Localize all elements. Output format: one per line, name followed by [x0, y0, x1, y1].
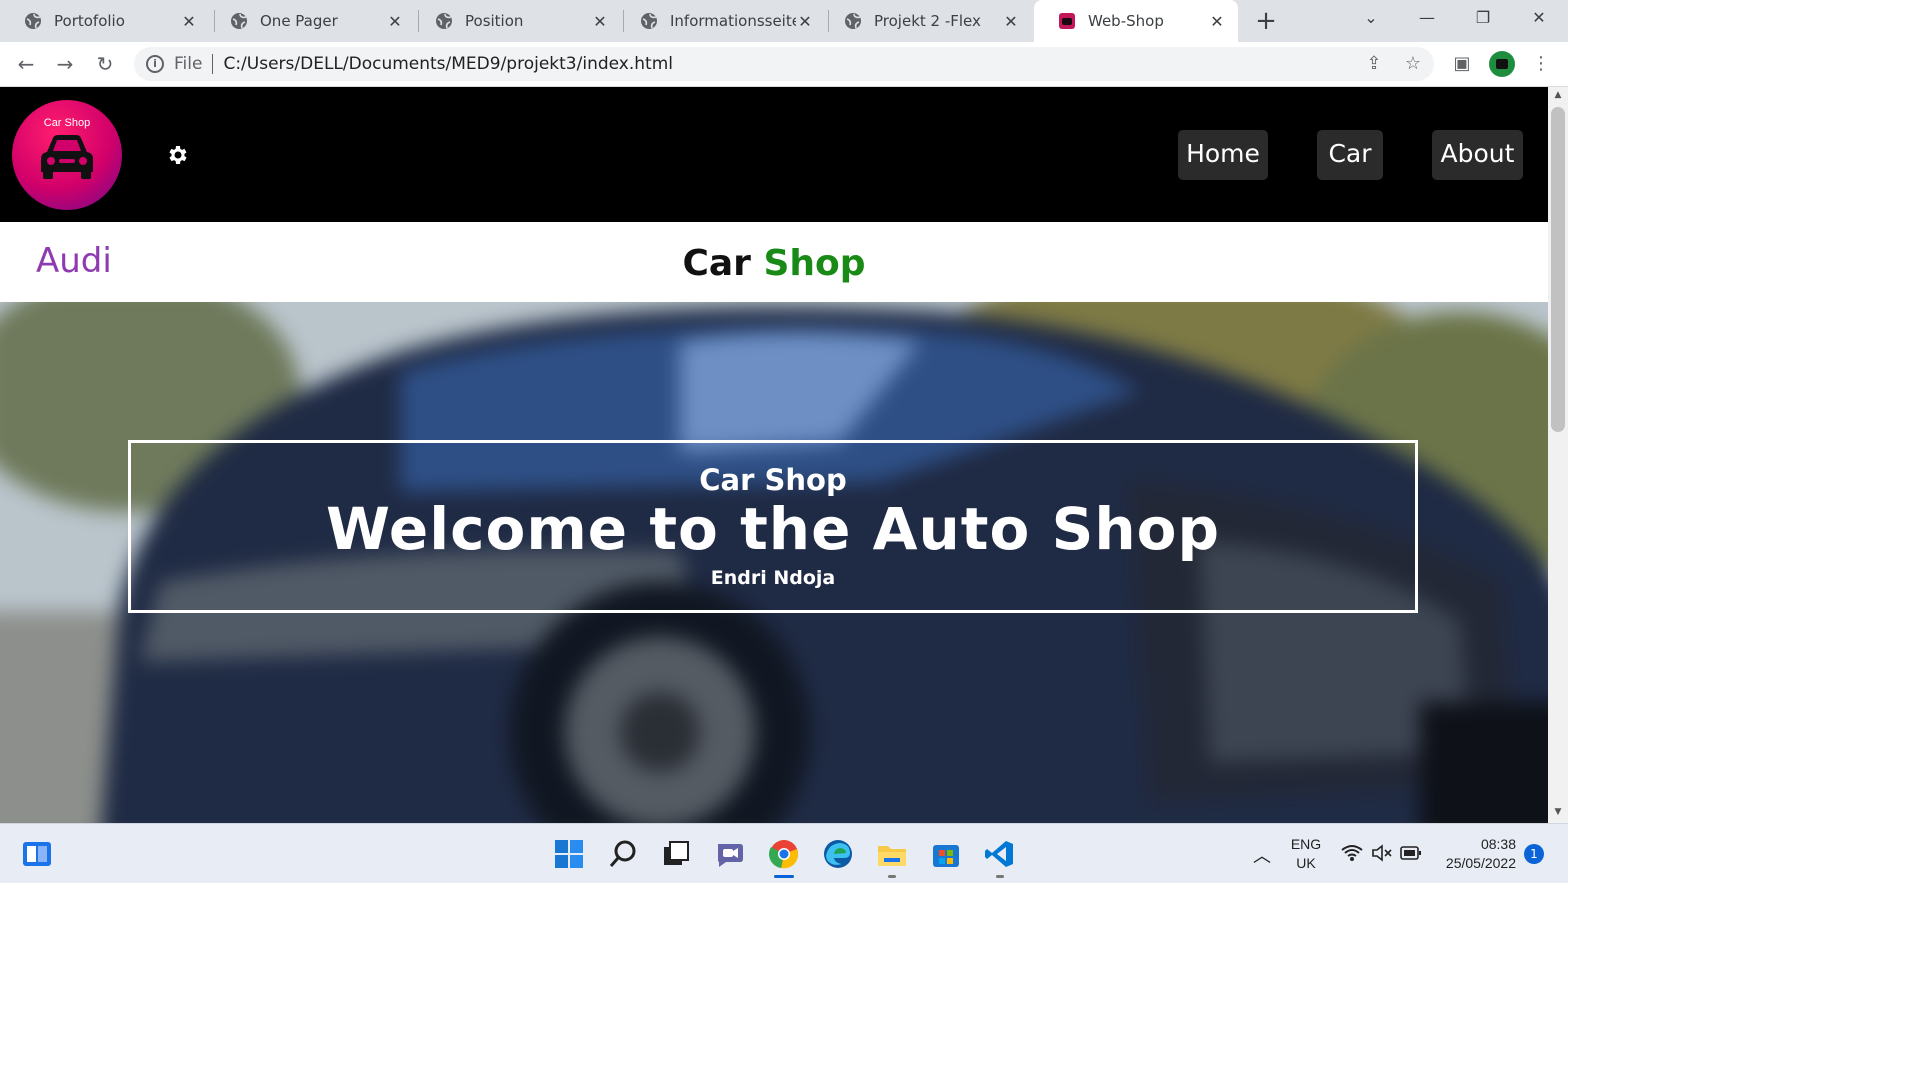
running-indicator [996, 875, 1004, 878]
hero-section: Car Shop Welcome to the Auto Shop Endri … [0, 302, 1548, 823]
close-tab-icon[interactable]: ✕ [386, 12, 404, 31]
tray-overflow-chevron-icon[interactable]: ︿ [1253, 842, 1271, 868]
tab-web-shop[interactable]: Web-Shop ✕ [1034, 0, 1238, 42]
close-tab-icon[interactable]: ✕ [796, 12, 814, 31]
clock-time[interactable]: 08:38 [1432, 836, 1516, 852]
tab-informationsseite[interactable]: Informationsseite T ✕ [616, 0, 826, 42]
globe-icon [845, 13, 861, 29]
tab-search-icon[interactable]: ⌄ [1343, 0, 1399, 36]
scroll-up-icon[interactable]: ▲ [1548, 90, 1568, 100]
widgets-icon[interactable] [21, 838, 53, 870]
page-title: Car Shop [0, 243, 1548, 284]
language-line-2[interactable]: UK [1286, 855, 1326, 871]
title-part-2: Shop [763, 243, 866, 284]
close-tab-icon[interactable]: ✕ [591, 12, 609, 31]
volume-muted-icon[interactable] [1371, 844, 1393, 862]
teams-chat-icon[interactable] [714, 838, 746, 870]
clock-date[interactable]: 25/05/2022 [1432, 855, 1516, 871]
title-part-1: Car [682, 243, 751, 284]
running-indicator [888, 875, 896, 878]
hero-title: Welcome to the Auto Shop [326, 495, 1220, 563]
new-tab-button[interactable]: + [1253, 6, 1279, 36]
browser-toolbar: ← → ↻ i File C:/Users/DELL/Documents/MED… [0, 42, 1568, 87]
logo-text: Car Shop [43, 117, 91, 129]
side-panel-icon[interactable]: ▣ [1451, 53, 1473, 75]
running-indicator [774, 875, 794, 878]
nav-car-link[interactable]: Car [1317, 130, 1383, 180]
wifi-icon[interactable] [1341, 844, 1363, 862]
store-icon[interactable] [930, 838, 962, 870]
car-icon [41, 135, 93, 179]
address-bar[interactable]: i File C:/Users/DELL/Documents/MED9/proj… [134, 47, 1434, 81]
site-logo[interactable]: Car Shop [12, 100, 122, 210]
tab-title: Projekt 2 -Flex [874, 12, 981, 30]
close-tab-icon[interactable]: ✕ [180, 12, 198, 31]
back-arrow-icon[interactable]: ← [12, 50, 40, 78]
tab-title: Position [465, 12, 524, 30]
file-explorer-icon[interactable] [876, 838, 908, 870]
page-viewport: Car Shop Home Car About Audi Car Shop Ca… [0, 87, 1548, 823]
reload-icon[interactable]: ↻ [91, 50, 119, 78]
globe-icon [641, 13, 657, 29]
car-shop-favicon-icon [1059, 13, 1075, 29]
start-icon[interactable] [553, 838, 585, 870]
scheme-label: File [174, 54, 203, 74]
profile-avatar[interactable] [1489, 51, 1515, 77]
minimize-icon[interactable]: — [1399, 0, 1455, 36]
tab-title: Web-Shop [1088, 12, 1164, 30]
tab-title: Informationsseite T [670, 12, 796, 30]
hero-subtitle: Car Shop [699, 463, 847, 497]
battery-icon[interactable] [1400, 845, 1422, 861]
globe-icon [231, 13, 247, 29]
site-header: Car Shop Home Car About [0, 87, 1548, 222]
page-scrollbar[interactable]: ▲ ▼ [1548, 87, 1568, 823]
restore-icon[interactable]: ❐ [1455, 0, 1511, 36]
close-tab-icon[interactable]: ✕ [1208, 12, 1226, 31]
globe-icon [436, 13, 452, 29]
vscode-icon[interactable] [984, 838, 1016, 870]
forward-arrow-icon[interactable]: → [51, 50, 79, 78]
search-icon[interactable] [607, 838, 639, 870]
divider [212, 54, 214, 74]
menu-dots-icon[interactable]: ⋮ [1530, 53, 1552, 75]
share-icon[interactable]: ⇪ [1363, 53, 1385, 75]
close-tab-icon[interactable]: ✕ [1002, 12, 1020, 31]
tab-projekt-2-flex[interactable]: Projekt 2 -Flex ✕ [820, 0, 1032, 42]
url-text[interactable]: C:/Users/DELL/Documents/MED9/projekt3/in… [223, 54, 673, 74]
tab-portofolio[interactable]: Portofolio ✕ [0, 0, 210, 42]
bookmark-star-icon[interactable]: ☆ [1402, 53, 1424, 75]
gear-icon[interactable] [165, 143, 189, 167]
scroll-down-icon[interactable]: ▼ [1548, 807, 1568, 817]
tab-position[interactable]: Position ✕ [411, 0, 621, 42]
edge-icon[interactable] [822, 838, 854, 870]
nav-home-link[interactable]: Home [1178, 130, 1268, 180]
close-window-icon[interactable]: ✕ [1511, 0, 1567, 36]
language-line-1[interactable]: ENG [1286, 836, 1326, 852]
tab-one-pager[interactable]: One Pager ✕ [206, 0, 416, 42]
tab-title: One Pager [260, 12, 338, 30]
info-icon[interactable]: i [146, 55, 164, 73]
taskbar: ︿ ENG UK 08:38 25/05/2022 1 [0, 823, 1568, 883]
hero-welcome-box: Car Shop Welcome to the Auto Shop Endri … [128, 440, 1418, 613]
browser-tab-strip: Portofolio ✕ One Pager ✕ Position ✕ Info… [0, 0, 1568, 42]
hero-author: Endri Ndoja [710, 567, 836, 589]
task-view-icon[interactable] [660, 838, 692, 870]
tab-title: Portofolio [54, 12, 125, 30]
scroll-thumb[interactable] [1551, 107, 1565, 432]
globe-icon [25, 13, 41, 29]
notification-badge[interactable]: 1 [1524, 844, 1544, 864]
nav-about-link[interactable]: About [1432, 130, 1523, 180]
chrome-icon[interactable] [768, 838, 800, 870]
